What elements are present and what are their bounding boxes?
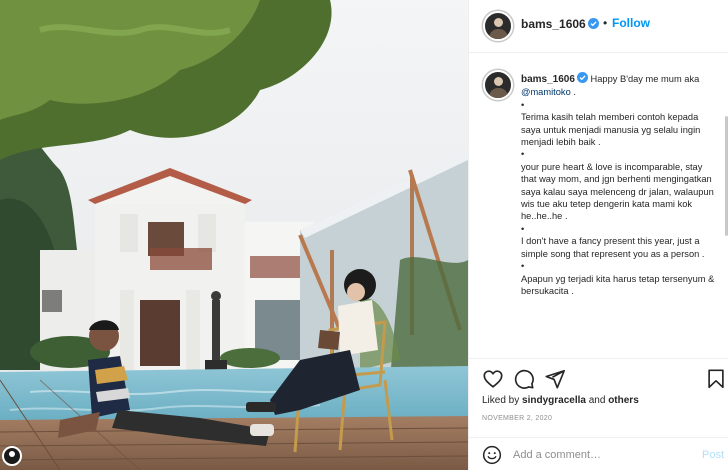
post-header: bams_1606 • Follow: [469, 0, 728, 53]
heart-icon[interactable]: [482, 368, 504, 390]
bookmark-icon[interactable]: [705, 368, 727, 390]
liked-by-prefix: Liked by: [482, 395, 520, 406]
caption-line: •: [521, 99, 525, 110]
author-username[interactable]: bams_1606: [521, 17, 599, 31]
caption-line: Apapun yg terjadi kita harus tetap terse…: [521, 273, 715, 296]
caption-line: I don't have a fancy present this year, …: [521, 236, 705, 259]
caption-line: •: [521, 261, 525, 272]
follow-button[interactable]: Follow: [612, 16, 650, 30]
verified-badge-icon: [587, 18, 599, 29]
caption-username[interactable]: bams_1606: [521, 72, 588, 85]
tagged-user-indicator-icon[interactable]: [2, 446, 22, 466]
caption-author-avatar[interactable]: [483, 70, 513, 100]
header-separator: •: [603, 16, 608, 30]
caption-username-text[interactable]: bams_1606: [521, 74, 575, 85]
caption-line: •: [521, 223, 525, 234]
comment-bubble-icon[interactable]: [513, 368, 535, 390]
post-photo[interactable]: [0, 0, 468, 470]
paper-plane-icon[interactable]: [544, 368, 566, 390]
caption-intro-end: .: [573, 87, 576, 98]
post-date[interactable]: NOVEMBER 2, 2020: [482, 415, 552, 422]
caption-verified-badge-icon: [576, 72, 588, 83]
post-actions: Liked by sindygracella and others NOVEMB…: [469, 358, 728, 436]
liked-by-user-link[interactable]: sindygracella: [522, 395, 586, 406]
caption-intro: Happy B'day me mum aka: [590, 74, 700, 84]
caption-line: your pure heart & love is incomparable, …: [521, 161, 714, 222]
post-sidebar: bams_1606 • Follow bams_1606 Happy B'day…: [468, 0, 728, 470]
liked-by-and: and: [588, 395, 606, 406]
post-photo-illustration: [0, 0, 468, 470]
liked-by-others-link[interactable]: others: [608, 395, 639, 406]
author-username-text[interactable]: bams_1606: [521, 17, 586, 31]
smiley-icon[interactable]: [482, 445, 502, 465]
post-caption: bams_1606 Happy B'day me mum aka @mamito…: [521, 72, 717, 297]
caption-mention-link[interactable]: @mamitoko: [521, 87, 571, 97]
caption-line: •: [521, 149, 525, 160]
caption-line: Terima kasih telah memberi contoh kepada…: [521, 112, 701, 148]
liked-by-summary[interactable]: Liked by sindygracella and others: [482, 395, 639, 406]
post-comment-button[interactable]: Post: [702, 449, 724, 461]
add-comment-bar: Post: [469, 437, 728, 470]
comments-section[interactable]: bams_1606 Happy B'day me mum aka @mamito…: [469, 54, 728, 358]
comment-input[interactable]: [513, 446, 693, 464]
author-avatar[interactable]: [483, 11, 513, 41]
